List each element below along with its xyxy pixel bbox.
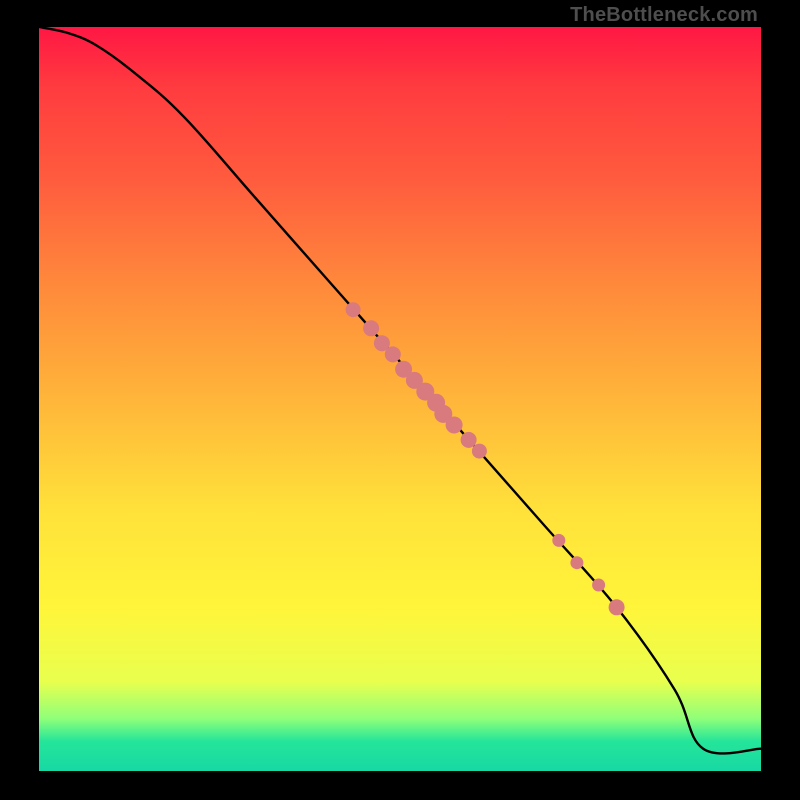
scatter-dot [570,556,583,569]
watermark-text: TheBottleneck.com [570,4,758,27]
bottleneck-curve [39,27,761,753]
chart-frame: TheBottleneck.com [0,0,800,800]
scatter-dot [363,320,379,336]
scatter-dot [472,444,487,459]
chart-svg [39,27,761,771]
scatter-dot [385,346,401,362]
scatter-dot [552,534,565,547]
scatter-dot [346,302,361,317]
scatter-dot [446,417,463,434]
scatter-dot [592,579,605,592]
scatter-dot [461,432,477,448]
scatter-dot [609,599,625,615]
